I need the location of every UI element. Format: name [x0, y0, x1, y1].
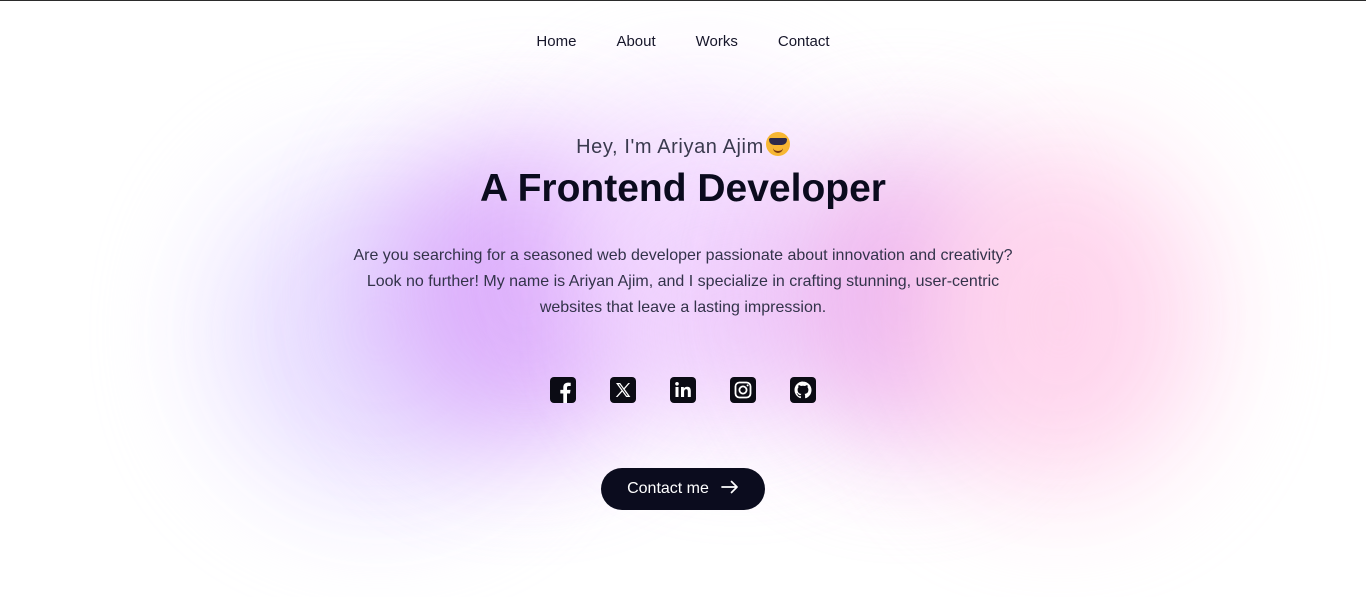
- background-blob-lavender: [215, 166, 545, 496]
- sunglasses-emoji-icon: [765, 132, 790, 156]
- contact-me-button[interactable]: Contact me: [601, 468, 765, 510]
- contact-me-label: Contact me: [627, 480, 709, 497]
- hero-greeting: Hey, I'm Ariyan Ajim: [0, 132, 1366, 159]
- arrow-right-icon: [721, 480, 739, 499]
- social-links: [0, 377, 1366, 403]
- nav-link-home[interactable]: Home: [536, 33, 576, 50]
- hero-description: Are you searching for a seasoned web dev…: [353, 247, 1013, 316]
- linkedin-icon[interactable]: [670, 377, 696, 403]
- main-nav: Home About Works Contact: [0, 33, 1366, 50]
- facebook-icon[interactable]: [550, 377, 576, 403]
- x-twitter-icon[interactable]: [610, 377, 636, 403]
- instagram-icon[interactable]: [730, 377, 756, 403]
- greeting-text: Hey, I'm Ariyan Ajim: [576, 136, 764, 158]
- nav-link-works[interactable]: Works: [696, 33, 738, 50]
- github-icon[interactable]: [790, 377, 816, 403]
- nav-link-about[interactable]: About: [616, 33, 655, 50]
- hero-title: A Frontend Developer: [480, 167, 886, 210]
- page: Home About Works Contact Hey, I'm Ariyan…: [0, 0, 1366, 597]
- nav-link-contact[interactable]: Contact: [778, 33, 830, 50]
